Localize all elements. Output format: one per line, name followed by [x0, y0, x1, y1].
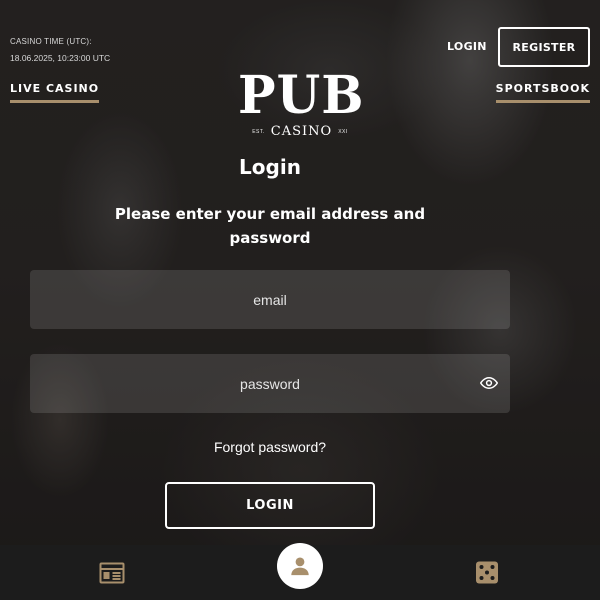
casino-time-value: 18.06.2025, 10:23:00 UTC	[10, 53, 111, 63]
user-icon	[291, 557, 309, 576]
password-input[interactable]	[30, 354, 510, 413]
login-instructions: Please enter your email address and pass…	[114, 205, 426, 247]
profile-tab-button[interactable]	[277, 543, 323, 589]
casino-time: CASINO TIME (UTC): 18.06.2025, 10:23:00 …	[10, 37, 110, 63]
register-button[interactable]: REGISTER	[498, 27, 590, 67]
logo-est: EST.	[252, 128, 265, 135]
header-login-link[interactable]: LOGIN	[447, 40, 487, 53]
bottom-nav-bar	[0, 543, 600, 600]
eye-icon[interactable]	[480, 374, 498, 392]
logo-name: PUB	[238, 63, 365, 126]
logo-year: XXI	[338, 128, 348, 135]
nav-live-casino[interactable]: LIVE CASINO	[10, 82, 100, 103]
calendar-grid-icon[interactable]	[99, 561, 125, 585]
forgot-password-link[interactable]: Forgot password?	[0, 439, 540, 455]
password-field-wrapper	[30, 354, 510, 413]
page-title: Login	[239, 155, 301, 179]
casino-time-label: CASINO TIME (UTC):	[10, 37, 92, 46]
login-submit-button[interactable]: LOGIN	[165, 482, 375, 529]
logo-casino: CASINO	[270, 124, 333, 139]
dice-icon[interactable]	[474, 561, 500, 585]
email-input[interactable]	[30, 270, 510, 329]
pub-casino-logo[interactable]: PUB EST. CASINO XXI	[238, 63, 365, 139]
logo-subline: EST. CASINO XXI	[238, 124, 362, 139]
nav-sportsbook[interactable]: SPORTSBOOK	[495, 82, 590, 103]
email-field-wrapper	[30, 270, 510, 329]
